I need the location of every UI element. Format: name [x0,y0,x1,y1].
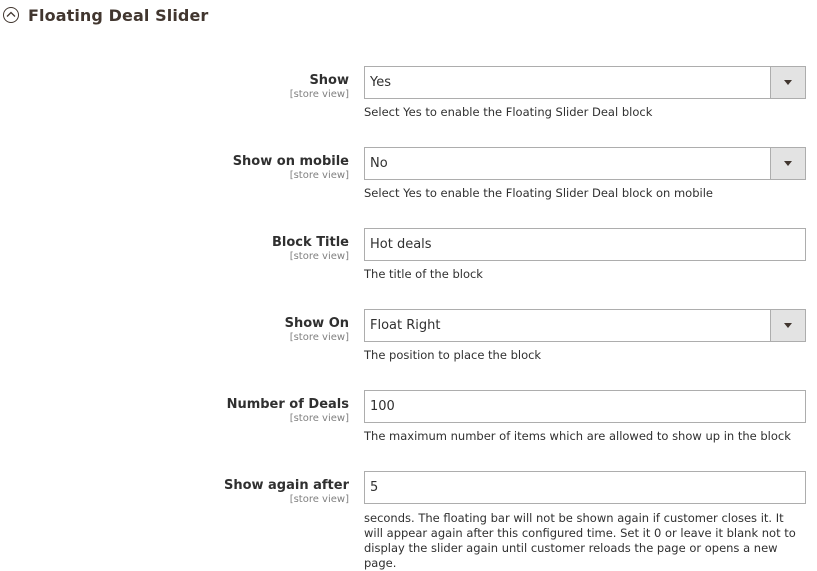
dropdown-button[interactable] [770,310,805,341]
show-again-after-input[interactable]: 5 [364,471,806,504]
input-value: Hot deals [370,237,432,252]
field-scope: [store view] [289,89,349,100]
dropdown-button[interactable] [770,148,805,179]
field-label: Block Title [272,235,349,250]
show-on-select[interactable]: Float Right [364,309,806,342]
field-label-group: Number of Deals [store view] [227,397,349,424]
section-title: Floating Deal Slider [28,5,209,25]
field-note: seconds. The floating bar will not be sh… [364,511,796,570]
field-label-group: Show on mobile [store view] [233,154,349,181]
field-note: Select Yes to enable the Floating Slider… [364,186,713,200]
input-value: 100 [370,399,395,414]
chevron-down-icon [784,161,792,166]
input-value: 5 [370,480,379,495]
field-label: Show again after [223,478,349,493]
field-scope: [store view] [289,413,349,424]
chevron-down-icon [784,323,792,328]
field-scope: [store view] [289,251,349,262]
block-title-input[interactable]: Hot deals [364,228,806,261]
show-on-mobile-select[interactable]: No [364,147,806,180]
field-scope: [store view] [289,170,349,181]
field-note: The title of the block [364,267,483,281]
field-label: Number of Deals [226,397,349,412]
number-of-deals-input[interactable]: 100 [364,390,806,423]
field-scope: [store view] [289,332,349,343]
field-note: The maximum number of items which are al… [364,429,791,443]
field-label-group: Block Title [store view] [272,235,349,262]
select-value: Float Right [370,318,441,333]
field-note: Select Yes to enable the Floating Slider… [364,105,653,119]
field-label-group: Show [store view] [290,73,349,100]
field-label-group: Show On [store view] [285,316,349,343]
field-note: The position to place the block [364,348,542,362]
field-label: Show On [284,316,349,331]
select-value: Yes [370,75,391,90]
chevron-down-icon [784,80,792,85]
dropdown-button[interactable] [770,67,805,98]
field-scope: [store view] [289,494,349,505]
field-label: Show on mobile [232,154,349,169]
section-header-floating-deal-slider[interactable]: Floating Deal Slider [3,3,208,27]
show-select[interactable]: Yes [364,66,806,99]
collapse-circle-up-icon[interactable] [3,7,19,23]
field-label-group: Show again after [store view] [224,478,349,505]
field-label: Show [309,73,349,88]
select-value: No [370,156,388,171]
